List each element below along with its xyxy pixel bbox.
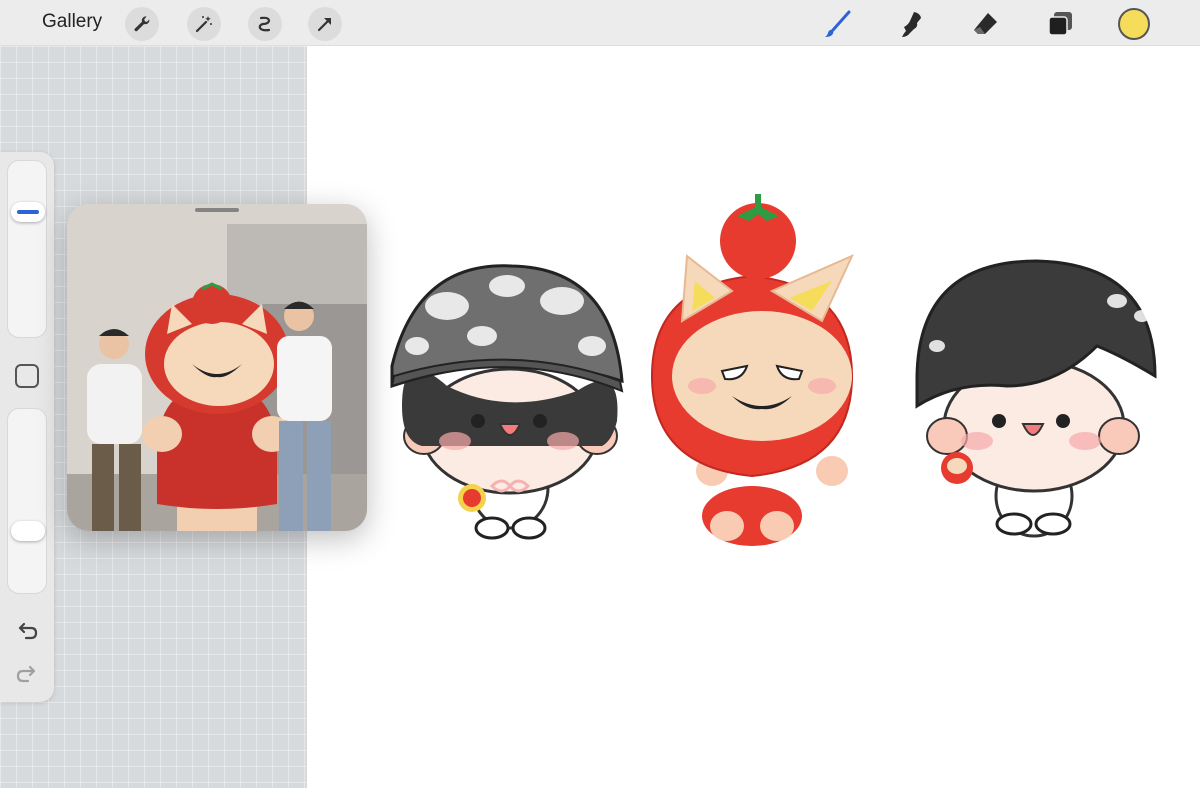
modify-button[interactable]	[15, 364, 39, 388]
brush-opacity-slider[interactable]	[7, 408, 47, 594]
reference-drag-handle[interactable]	[195, 208, 239, 212]
drawing-canvas[interactable]	[307, 46, 1200, 788]
color-picker-swatch[interactable]	[1118, 8, 1150, 40]
character-tomato-cat	[650, 194, 855, 546]
smudge-tool[interactable]	[893, 6, 929, 42]
smudge-icon	[902, 12, 921, 37]
adjustments-button[interactable]	[187, 7, 221, 41]
active-indicator	[17, 210, 39, 214]
brush-size-slider[interactable]	[7, 160, 47, 338]
transform-button[interactable]	[308, 7, 342, 41]
gallery-button[interactable]: Gallery	[42, 11, 102, 33]
eraser-tool[interactable]	[968, 6, 1004, 42]
character-mushroom-hat	[390, 264, 624, 540]
magic-wand-icon	[195, 16, 212, 33]
layers-button[interactable]	[1042, 6, 1078, 42]
canvas-artwork	[390, 194, 1157, 546]
layers-icon	[1048, 12, 1072, 36]
actions-button[interactable]	[125, 7, 159, 41]
toolbar: Gallery	[0, 0, 1200, 46]
brush-tool[interactable]	[820, 6, 856, 42]
wrench-icon	[134, 16, 150, 32]
selection-icon	[258, 16, 271, 32]
selection-button[interactable]	[248, 7, 282, 41]
brush-size-handle[interactable]	[11, 202, 45, 222]
transform-arrow-icon	[317, 18, 331, 32]
reference-photo	[67, 204, 367, 531]
redo-icon[interactable]	[14, 660, 40, 686]
brush-sidebar	[0, 152, 54, 702]
eraser-icon	[974, 13, 997, 34]
brush-icon	[825, 10, 851, 37]
character-dark-hair	[915, 259, 1157, 538]
undo-icon[interactable]	[14, 617, 40, 643]
reference-window[interactable]	[67, 204, 367, 531]
brush-opacity-handle[interactable]	[11, 520, 45, 541]
